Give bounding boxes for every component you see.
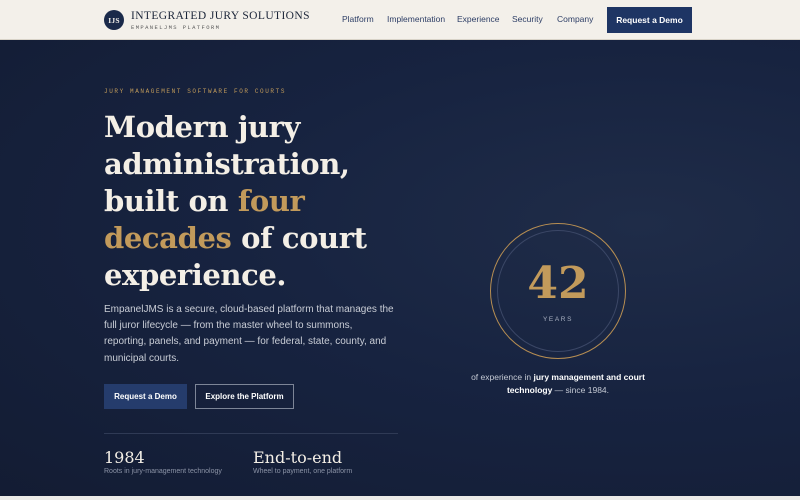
brand-name[interactable]: INTEGRATED JURY SOLUTIONS: [131, 10, 310, 22]
experience-years-number: 42: [527, 258, 589, 309]
stat-label-founded: Roots in jury-management technology: [104, 468, 222, 475]
brand-tagline: EMPANELJMS PLATFORM: [131, 24, 221, 31]
experience-years-unit: YEARS: [542, 316, 574, 323]
experience-caption: of experience in jury management and cou…: [458, 371, 658, 397]
hero-description: EmpanelJMS is a secure, cloud-based plat…: [104, 304, 394, 364]
nav-link-implementation[interactable]: Implementation: [387, 14, 445, 24]
logo-icon[interactable]: IJS: [104, 10, 124, 30]
hero-eyebrow: JURY MANAGEMENT SOFTWARE FOR COURTS: [104, 88, 287, 95]
hero-headline: Modern jury administration, built on fou…: [104, 109, 404, 294]
caption-post: — since 1984.: [552, 385, 610, 395]
hero-request-demo-button[interactable]: Request a Demo: [104, 384, 187, 409]
stat-value-scope: End-to-end: [253, 448, 343, 467]
headline-part-1: Modern jury administration, built on: [104, 110, 350, 218]
top-navigation-bar: IJS INTEGRATED JURY SOLUTIONS EMPANELJMS…: [0, 0, 800, 40]
stat-value-founded: 1984: [104, 448, 145, 467]
header-request-demo-button[interactable]: Request a Demo: [607, 7, 692, 33]
hero-section: JURY MANAGEMENT SOFTWARE FOR COURTS Mode…: [0, 40, 800, 500]
logo-initials: IJS: [108, 15, 120, 25]
bottom-edge: [0, 496, 800, 500]
nav-link-security[interactable]: Security: [512, 14, 543, 24]
stat-label-scope: Wheel to payment, one platform: [253, 468, 353, 475]
caption-pre: of experience in: [471, 372, 534, 382]
nav-link-platform[interactable]: Platform: [342, 14, 374, 24]
nav-link-experience[interactable]: Experience: [457, 14, 500, 24]
stats-divider: [104, 433, 398, 434]
nav-link-company[interactable]: Company: [557, 14, 593, 24]
explore-platform-button[interactable]: Explore the Platform: [195, 384, 294, 409]
